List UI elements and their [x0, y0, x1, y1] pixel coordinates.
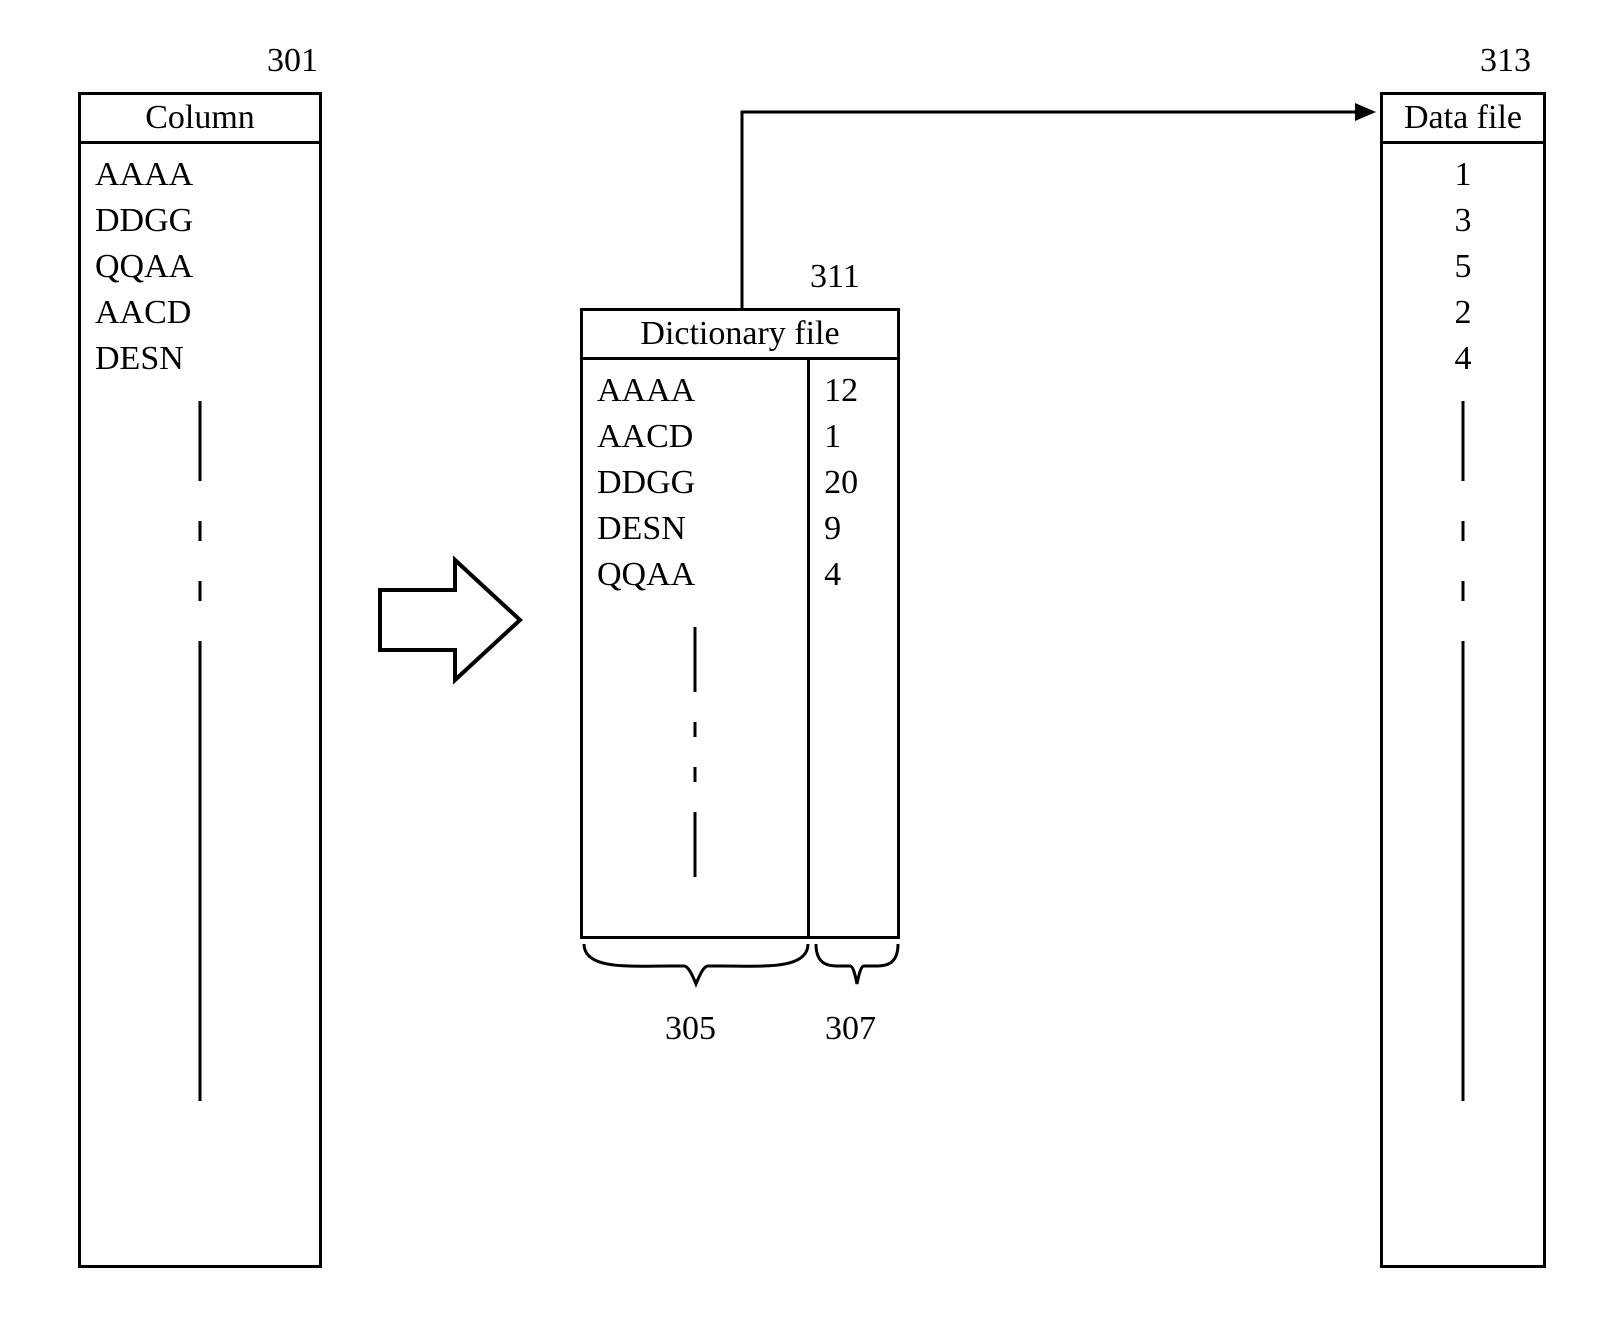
ellipsis-dash	[95, 381, 305, 1101]
dict-value: 12	[824, 368, 883, 414]
datafile-row: 2	[1397, 290, 1529, 336]
datafile-header: Data file	[1383, 95, 1543, 144]
dict-value: 20	[824, 460, 883, 506]
datafile-row: 1	[1397, 152, 1529, 198]
column-row: DDGG	[95, 198, 305, 244]
dict-value: 1	[824, 414, 883, 460]
ellipsis-dash	[1397, 381, 1529, 1101]
column-header: Column	[81, 95, 319, 144]
dict-key: AAAA	[597, 368, 793, 414]
column-row: QQAA	[95, 244, 305, 290]
column-row: AAAA	[95, 152, 305, 198]
ref-label-307: 307	[825, 1010, 876, 1048]
dict-key: QQAA	[597, 552, 793, 598]
datafile-row: 5	[1397, 244, 1529, 290]
ref-label-305: 305	[665, 1010, 716, 1048]
column-row: DESN	[95, 336, 305, 382]
dictionary-values-col: 12 1 20 9 4	[810, 360, 900, 939]
block-arrow-icon	[370, 545, 530, 704]
dict-value: 9	[824, 506, 883, 552]
line-arrow-icon	[740, 100, 1380, 329]
dictionary-table: Dictionary file AAAA AACD DDGG DESN QQAA…	[580, 308, 900, 939]
ellipsis-dash	[597, 597, 793, 877]
ref-label-313: 313	[1480, 42, 1531, 80]
brace-left-icon	[580, 940, 812, 1009]
column-table: Column AAAA DDGG QQAA AACD DESN	[78, 92, 322, 1268]
ref-label-301: 301	[267, 42, 318, 80]
datafile-row: 3	[1397, 198, 1529, 244]
datafile-table: Data file 1 3 5 2 4	[1380, 92, 1546, 1268]
datafile-body: 1 3 5 2 4	[1383, 144, 1543, 1109]
brace-right-icon	[812, 940, 902, 1009]
dictionary-keys-col: AAAA AACD DDGG DESN QQAA	[580, 360, 810, 939]
dict-key: AACD	[597, 414, 793, 460]
column-row: AACD	[95, 290, 305, 336]
dict-value: 4	[824, 552, 883, 598]
dict-key: DDGG	[597, 460, 793, 506]
column-body: AAAA DDGG QQAA AACD DESN	[81, 144, 319, 1109]
datafile-row: 4	[1397, 336, 1529, 382]
dict-key: DESN	[597, 506, 793, 552]
